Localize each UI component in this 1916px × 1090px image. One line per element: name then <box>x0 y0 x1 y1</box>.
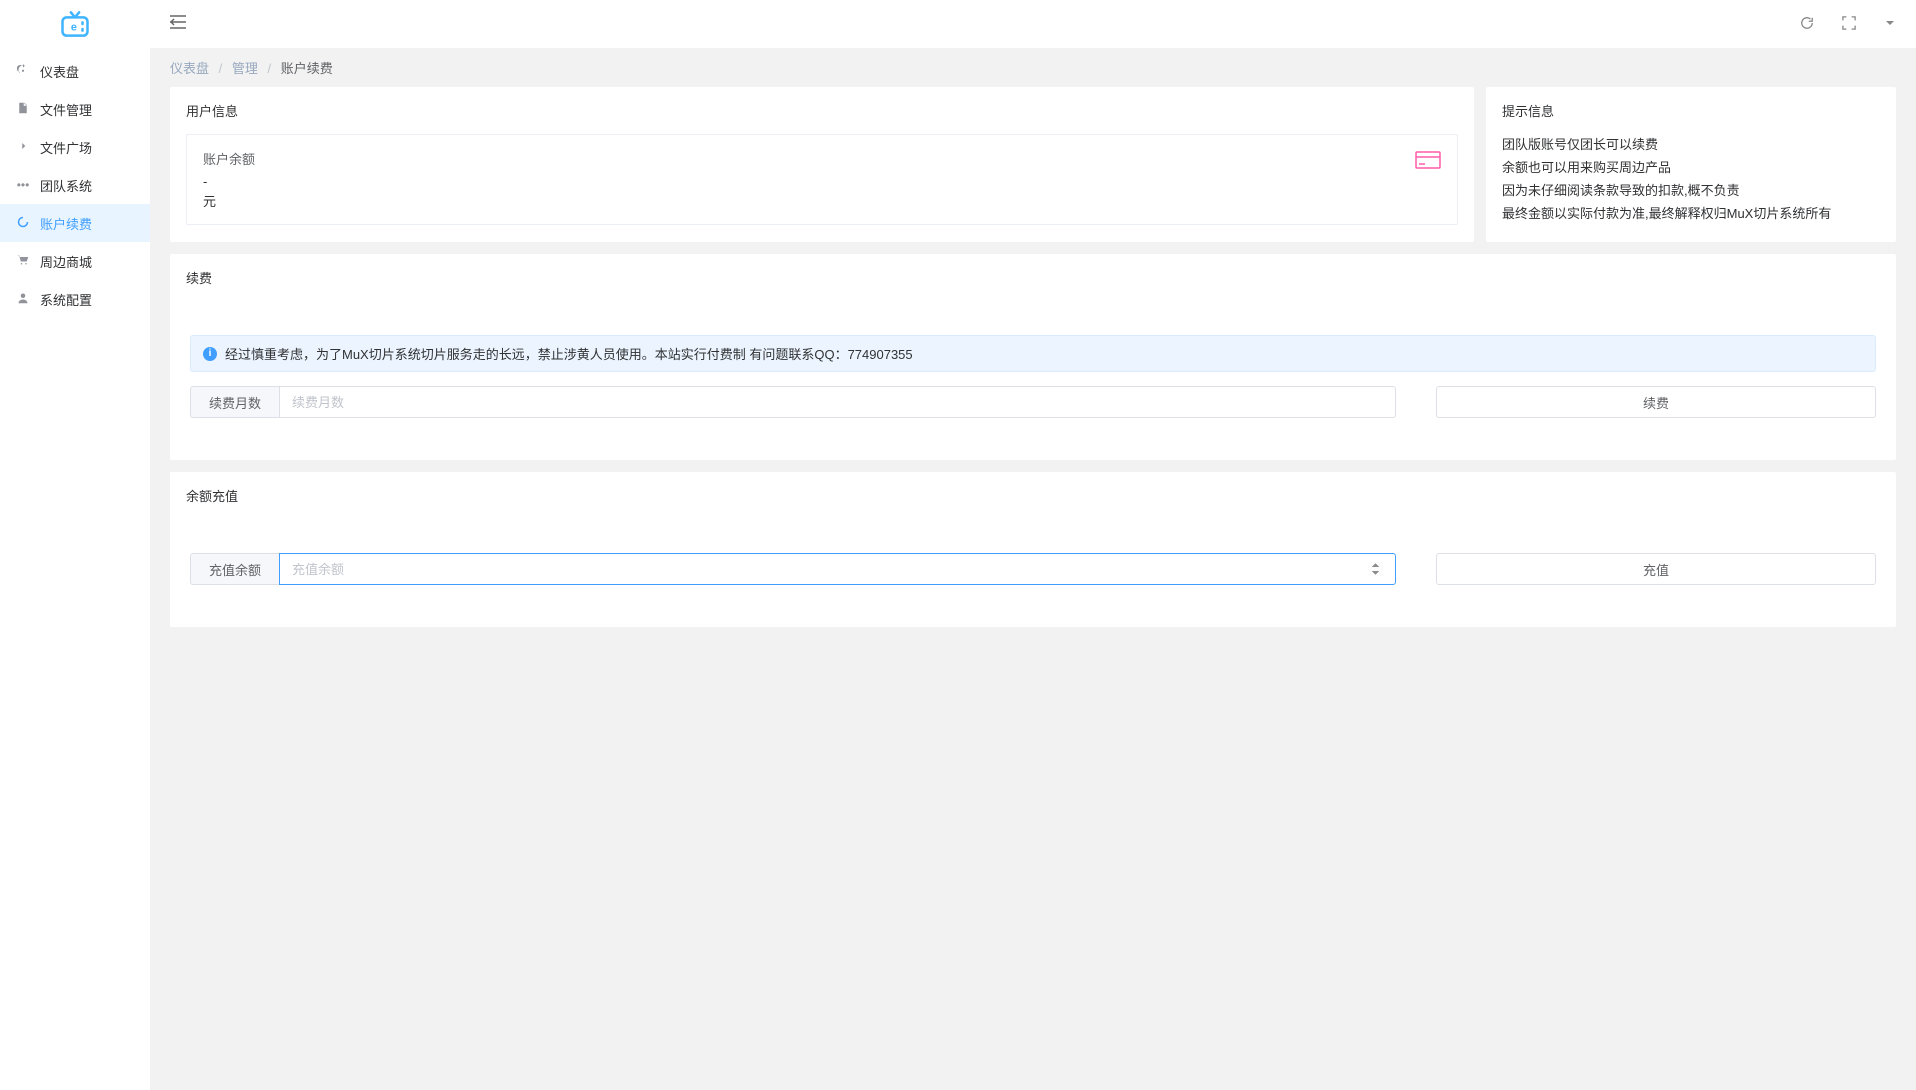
sidebar-item-dashboard[interactable]: 仪表盘 <box>0 52 150 90</box>
sidebar-item-label: 文件管理 <box>40 100 92 119</box>
main: 仪表盘 / 管理 / 账户续费 用户信息 账户余额 - 元 <box>150 0 1916 1090</box>
topbar <box>150 0 1916 48</box>
dots-icon: ••• <box>14 178 32 192</box>
breadcrumb-root[interactable]: 仪表盘 <box>170 61 209 76</box>
breadcrumb-mid: 管理 <box>232 61 258 76</box>
tip-item: 团队版账号仅团长可以续费 <box>1502 134 1880 153</box>
balance-value: - <box>203 174 255 189</box>
sidebar: e 仪表盘 文件管理 文件广场 <box>0 0 150 1090</box>
user-info-panel: 用户信息 账户余额 - 元 <box>170 87 1474 242</box>
sidebar-nav: 仪表盘 文件管理 文件广场 ••• 团队系统 <box>0 48 150 318</box>
sidebar-item-plaza[interactable]: 文件广场 <box>0 128 150 166</box>
recharge-amount-group: 充值余额 <box>190 553 1396 585</box>
info-alert: i 经过慎重考虑，为了MuX切片系统切片服务走的长远，禁止涉黄人员使用。本站实行… <box>190 335 1876 372</box>
sidebar-item-renew[interactable]: 账户续费 <box>0 204 150 242</box>
panel-title: 用户信息 <box>170 87 1474 134</box>
sidebar-item-label: 文件广场 <box>40 138 92 157</box>
tip-item: 最终金额以实际付款为准,最终解释权归MuX切片系统所有 <box>1502 203 1880 222</box>
tips-panel: 提示信息 团队版账号仅团长可以续费 余额也可以用来购买周边产品 因为未仔细阅读条… <box>1486 87 1896 242</box>
svg-text:e: e <box>71 22 77 34</box>
renew-months-group: 续费月数 <box>190 386 1396 418</box>
balance-label: 账户余额 <box>203 149 255 168</box>
cart-icon <box>14 254 32 269</box>
renew-panel: 续费 i 经过慎重考虑，为了MuX切片系统切片服务走的长远，禁止涉黄人员使用。本… <box>170 254 1896 460</box>
panel-title: 提示信息 <box>1486 87 1896 134</box>
recharge-button[interactable]: 充值 <box>1436 553 1876 585</box>
info-icon: i <box>203 347 217 361</box>
sidebar-item-label: 团队系统 <box>40 176 92 195</box>
sidebar-item-files[interactable]: 文件管理 <box>0 90 150 128</box>
file-icon <box>14 102 32 117</box>
recharge-amount-input[interactable] <box>279 553 1396 585</box>
balance-unit: 元 <box>203 191 255 210</box>
sidebar-item-label: 仪表盘 <box>40 62 79 81</box>
recharge-panel: 余额充值 充值余额 充值 <box>170 472 1896 627</box>
share-icon <box>14 140 32 155</box>
tip-item: 因为未仔细阅读条款导致的扣款,概不负责 <box>1502 180 1880 199</box>
panel-title: 续费 <box>170 254 1896 301</box>
recharge-amount-label: 充值余额 <box>190 553 279 585</box>
sidebar-item-label: 周边商城 <box>40 252 92 271</box>
sidebar-item-team[interactable]: ••• 团队系统 <box>0 166 150 204</box>
sidebar-item-label: 账户续费 <box>40 214 92 233</box>
sidebar-item-settings[interactable]: 系统配置 <box>0 280 150 318</box>
renew-months-label: 续费月数 <box>190 386 279 418</box>
refresh-icon[interactable] <box>1800 16 1814 33</box>
tip-item: 余额也可以用来购买周边产品 <box>1502 157 1880 176</box>
breadcrumb-current: 账户续费 <box>281 61 333 76</box>
fullscreen-icon[interactable] <box>1842 16 1856 33</box>
dashboard-icon <box>14 64 32 79</box>
credit-card-icon <box>1415 151 1441 172</box>
hamburger-icon[interactable] <box>170 15 186 34</box>
renew-button[interactable]: 续费 <box>1436 386 1876 418</box>
panel-title: 余额充值 <box>170 472 1896 519</box>
app-logo: e <box>0 0 150 48</box>
user-icon <box>14 292 32 307</box>
sidebar-item-shop[interactable]: 周边商城 <box>0 242 150 280</box>
chevron-down-icon[interactable] <box>1884 17 1896 32</box>
sidebar-item-label: 系统配置 <box>40 290 92 309</box>
balance-card: 账户余额 - 元 <box>186 134 1458 225</box>
breadcrumb: 仪表盘 / 管理 / 账户续费 <box>150 48 1916 87</box>
renew-months-input[interactable] <box>279 386 1396 418</box>
alert-text: 经过慎重考虑，为了MuX切片系统切片服务走的长远，禁止涉黄人员使用。本站实行付费… <box>225 344 913 363</box>
spinner-icon <box>14 216 32 231</box>
